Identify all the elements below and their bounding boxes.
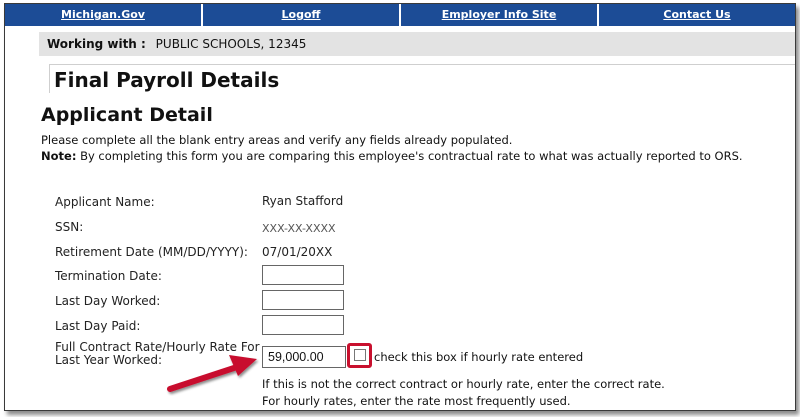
callout-arrow-icon [167,355,257,392]
application-window: Michigan.Gov Logoff Employer Info Site C… [4,3,796,411]
